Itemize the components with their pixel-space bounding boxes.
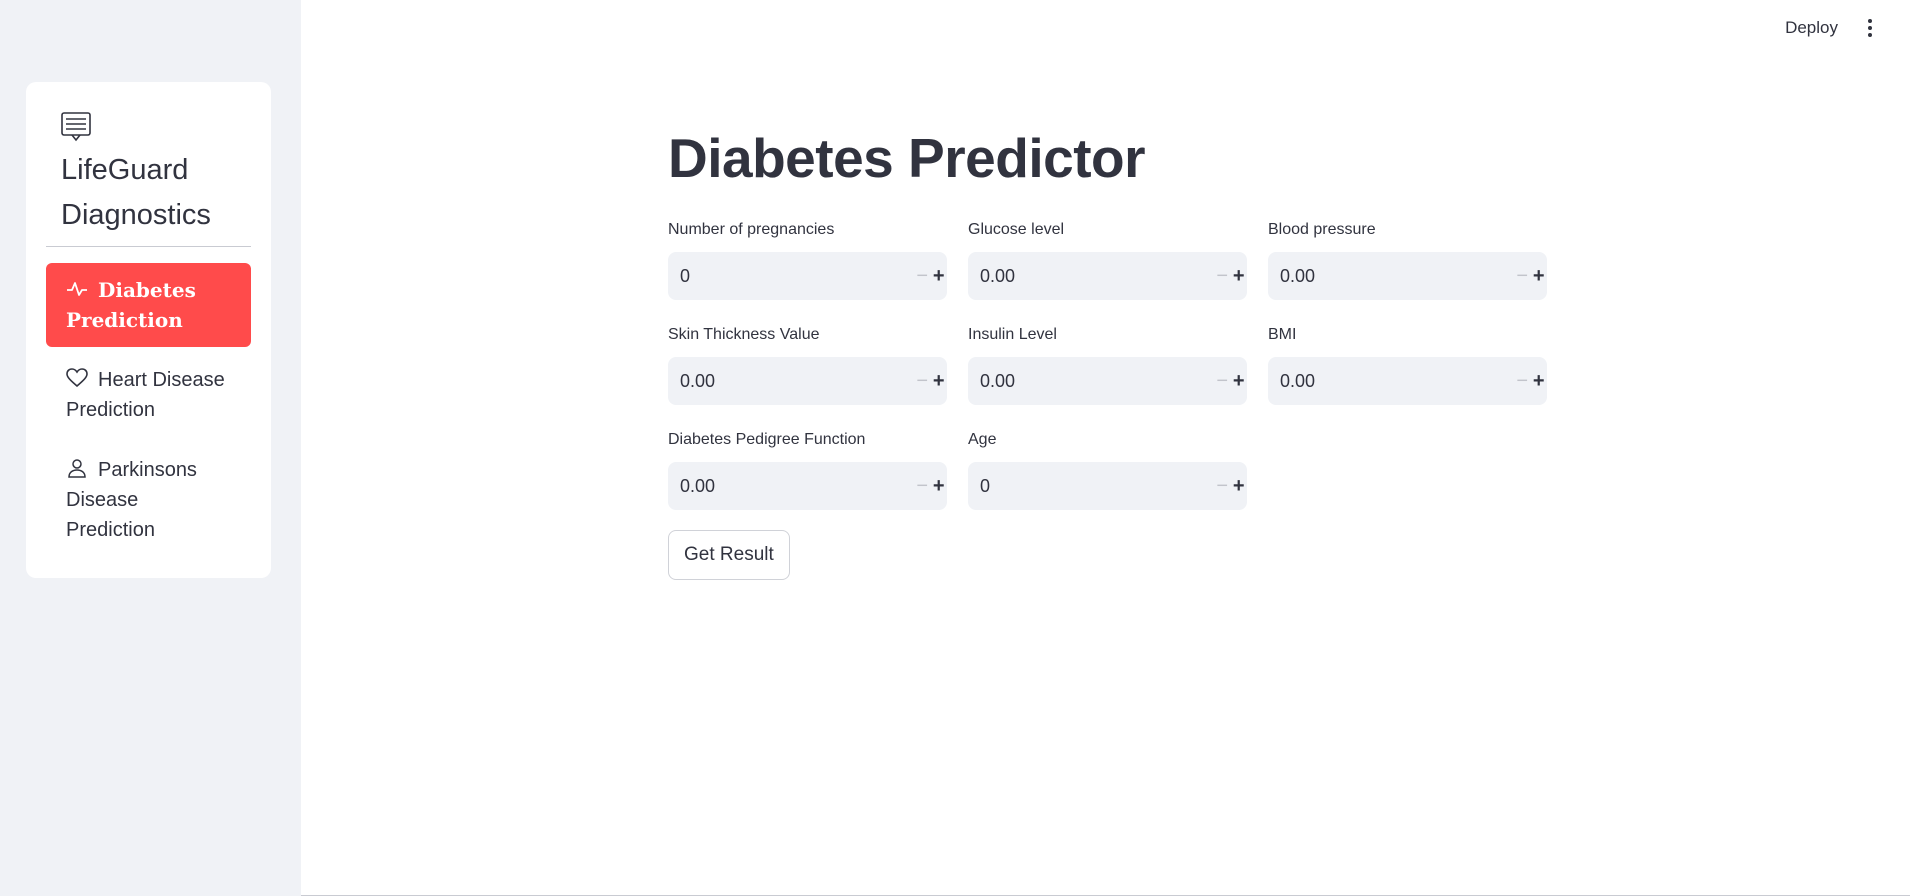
increment-button[interactable]: + bbox=[1531, 252, 1548, 300]
deploy-button[interactable]: Deploy bbox=[1785, 18, 1838, 38]
field-label: Skin Thickness Value bbox=[668, 326, 820, 343]
field-label: Number of pregnancies bbox=[668, 221, 835, 238]
field-diabetes-pedigree-function: Diabetes Pedigree Function − + bbox=[668, 430, 947, 510]
number-input: − + bbox=[668, 252, 947, 300]
document-list-icon bbox=[60, 110, 92, 144]
increment-button[interactable]: + bbox=[931, 462, 948, 510]
increment-button[interactable]: + bbox=[1231, 252, 1248, 300]
decrement-button[interactable]: − bbox=[1214, 252, 1231, 300]
number-input: − + bbox=[968, 252, 1247, 300]
field-glucose-level: Glucose level − + bbox=[968, 220, 1247, 300]
field-label: Blood pressure bbox=[1268, 221, 1376, 238]
page-title: Diabetes Predictor bbox=[668, 127, 1146, 189]
age-input[interactable] bbox=[968, 462, 1214, 510]
field-label: Glucose level bbox=[968, 221, 1065, 238]
number-input: − + bbox=[1268, 357, 1547, 405]
number-input: − + bbox=[668, 357, 947, 405]
increment-button[interactable]: + bbox=[1231, 357, 1248, 405]
decrement-button[interactable]: − bbox=[914, 252, 931, 300]
field-number-of-pregnancies: Number of pregnancies − + bbox=[668, 220, 947, 300]
glucose-input[interactable] bbox=[968, 252, 1214, 300]
increment-button[interactable]: + bbox=[1531, 357, 1548, 405]
field-bmi: BMI − + bbox=[1268, 325, 1547, 405]
brand-title: LifeGuard Diagnostics bbox=[61, 154, 211, 231]
increment-button[interactable]: + bbox=[931, 252, 948, 300]
field-label: Diabetes Pedigree Function bbox=[668, 431, 866, 448]
decrement-button[interactable]: − bbox=[1214, 462, 1231, 510]
nav-item-label: Heart Disease Prediction bbox=[66, 369, 225, 421]
bmi-input[interactable] bbox=[1268, 357, 1514, 405]
sidebar-menu-card: LifeGuard Diagnostics Diabetes Predictio… bbox=[26, 82, 271, 578]
sidebar: LifeGuard Diagnostics Diabetes Predictio… bbox=[0, 0, 301, 896]
pregnancies-input[interactable] bbox=[668, 252, 914, 300]
get-result-button[interactable]: Get Result bbox=[668, 530, 790, 580]
decrement-button[interactable]: − bbox=[1514, 357, 1531, 405]
field-age: Age − + bbox=[968, 430, 1247, 510]
field-label: BMI bbox=[1268, 326, 1297, 343]
field-blood-pressure: Blood pressure − + bbox=[1268, 220, 1547, 300]
decrement-button[interactable]: − bbox=[914, 462, 931, 510]
decrement-button[interactable]: − bbox=[1214, 357, 1231, 405]
number-input: − + bbox=[968, 462, 1247, 510]
divider bbox=[46, 246, 251, 247]
number-input: − + bbox=[968, 357, 1247, 405]
pedigree-input[interactable] bbox=[668, 462, 914, 510]
number-input: − + bbox=[668, 462, 947, 510]
decrement-button[interactable]: − bbox=[914, 357, 931, 405]
increment-button[interactable]: + bbox=[1231, 462, 1248, 510]
nav-item-heart-disease-prediction[interactable]: Heart Disease Prediction bbox=[46, 353, 251, 437]
activity-icon bbox=[66, 279, 88, 299]
person-icon bbox=[66, 458, 88, 478]
heart-icon bbox=[66, 368, 88, 388]
blood-pressure-input[interactable] bbox=[1268, 252, 1514, 300]
increment-button[interactable]: + bbox=[931, 357, 948, 405]
nav-item-parkinsons-disease-prediction[interactable]: Parkinsons Disease Prediction bbox=[46, 443, 251, 557]
decrement-button[interactable]: − bbox=[1514, 252, 1531, 300]
skin-thickness-input[interactable] bbox=[668, 357, 914, 405]
nav-item-diabetes-prediction[interactable]: Diabetes Prediction bbox=[46, 263, 251, 347]
field-label: Insulin Level bbox=[968, 326, 1057, 343]
insulin-input[interactable] bbox=[968, 357, 1214, 405]
kebab-menu-icon[interactable] bbox=[1866, 19, 1874, 41]
field-skin-thickness: Skin Thickness Value − + bbox=[668, 325, 947, 405]
field-label: Age bbox=[968, 431, 997, 448]
field-insulin-level: Insulin Level − + bbox=[968, 325, 1247, 405]
number-input: − + bbox=[1268, 252, 1547, 300]
